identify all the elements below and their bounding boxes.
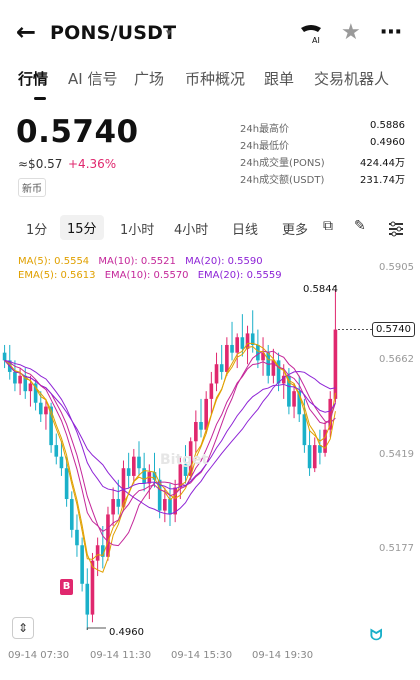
candle-body (209, 383, 214, 399)
stat-value: 0.5886 (370, 120, 405, 131)
back-arrow-icon[interactable]: ← (16, 20, 42, 46)
candle-body (199, 422, 203, 430)
watermark-logo: Bitget (160, 452, 209, 468)
chevron-down-icon[interactable]: ▾ (166, 26, 172, 39)
favorite-star-icon[interactable]: ★ (341, 20, 361, 45)
candle-body (225, 344, 229, 372)
indicator-icon[interactable]: ⧉ (323, 218, 333, 234)
stat-row: 24h最低价 0.4960 (240, 137, 405, 154)
price-change-percent: +4.36% (68, 157, 117, 171)
ai-assistant-icon[interactable]: AI (298, 22, 324, 46)
candle-body (126, 468, 131, 476)
candle-body (90, 560, 95, 615)
candle-body (59, 456, 64, 469)
last-price: 0.5740 (16, 114, 139, 150)
stat-label: 24h成交量(PONS) (240, 158, 325, 169)
tab-market[interactable]: 行情 (18, 68, 48, 89)
draw-tool-icon[interactable]: ✎ (354, 218, 366, 234)
chart-settings-icon[interactable] (388, 221, 404, 237)
x-tick-label: 09-14 15:30 (171, 650, 233, 661)
candle-body (28, 383, 33, 392)
active-tab-indicator (34, 97, 46, 100)
top-bar: ← PONS/USDT ▾ AI ★ ⋯ (0, 0, 420, 64)
candle-body (69, 499, 74, 530)
candle-body (219, 364, 224, 372)
buy-marker[interactable]: B (60, 579, 73, 595)
interval-1h[interactable]: 1小时 (120, 219, 154, 238)
stat-value: 231.74万 (360, 175, 405, 186)
tab-copy-trading[interactable]: 跟单 (264, 68, 294, 89)
candle-body (2, 352, 7, 361)
tab-square[interactable]: 广场 (134, 68, 164, 89)
ai-label: AI (312, 36, 320, 45)
candle-body (302, 414, 307, 446)
interval-4h[interactable]: 4小时 (174, 219, 208, 238)
last-price-tag: 0.5740 (372, 322, 415, 337)
candle-body (240, 337, 245, 349)
stat-label: 24h最高价 (240, 124, 290, 135)
x-tick-label: 09-14 19:30 (252, 650, 314, 661)
expand-chart-icon[interactable]: ⇕ (12, 617, 34, 639)
interval-15m[interactable]: 15分 (60, 215, 104, 240)
candle-body (235, 337, 240, 353)
candle-body (64, 468, 69, 500)
candle-body (85, 583, 90, 615)
stat-value: 0.4960 (370, 137, 405, 148)
more-menu-icon[interactable]: ⋯ (380, 20, 403, 45)
candle-body (173, 487, 177, 515)
trading-pair-title[interactable]: PONS/USDT (50, 22, 176, 44)
stats-panel: 24h最高价 0.5886 24h最低价 0.4960 24h成交量(PONS)… (240, 120, 405, 188)
interval-more[interactable]: 更多 (282, 219, 308, 238)
interval-1m[interactable]: 1分 (26, 219, 47, 238)
candle-body (44, 406, 48, 415)
tab-trading-bot[interactable]: 交易机器人 (314, 68, 389, 89)
y-tick-label: 0.5177 (379, 543, 414, 554)
candle-body (256, 344, 260, 361)
y-tick-label: 0.5419 (379, 449, 414, 460)
stat-label: 24h最低价 (240, 141, 290, 152)
candle-body (13, 371, 17, 384)
candle-body (214, 364, 219, 384)
candle-body (38, 402, 43, 415)
fiat-price: ≈$0.57 (18, 157, 63, 171)
tab-ai-signal[interactable]: AI 信号 (68, 68, 117, 89)
stat-row: 24h成交量(PONS) 424.44万 (240, 154, 405, 171)
x-axis: 09-14 07:30 09-14 11:30 09-14 15:30 09-1… (0, 650, 420, 670)
tab-coin-overview[interactable]: 币种概况 (185, 68, 245, 89)
candle-body (168, 499, 172, 515)
stat-label: 24h成交额(USDT) (240, 175, 325, 186)
x-tick-label: 09-14 07:30 (8, 650, 70, 661)
low-price-annotation: 0.4960 (109, 627, 144, 638)
candle-body (95, 545, 100, 561)
candle-body (132, 456, 136, 476)
stat-value: 424.44万 (360, 158, 405, 169)
candle-body (163, 499, 167, 511)
main-tabs: 行情 AI 信号 广场 币种概况 跟单 交易机器人 (0, 64, 420, 104)
candle-body (312, 445, 317, 469)
stat-row: 24h成交额(USDT) 231.74万 (240, 171, 405, 188)
y-tick-label: 0.5662 (379, 354, 414, 365)
candle-body (137, 456, 141, 469)
high-price-annotation: 0.5844 (303, 284, 338, 295)
candle-body (75, 529, 79, 546)
candle-body (230, 344, 234, 353)
x-tick-label: 09-14 11:30 (90, 650, 152, 661)
candle-body (292, 391, 296, 407)
low-leader-line (86, 627, 106, 630)
y-tick-label: 0.5905 (379, 262, 414, 273)
new-coin-badge: 新币 (18, 178, 46, 197)
candle-body (18, 375, 22, 384)
candle-body (111, 499, 115, 515)
candle-body (307, 445, 312, 469)
interval-1d[interactable]: 日线 (232, 219, 258, 238)
ema20-line (4, 359, 336, 493)
stat-row: 24h最高价 0.5886 (240, 120, 405, 137)
candle-body (245, 333, 250, 349)
candle-body (80, 545, 84, 584)
candle-body (116, 499, 121, 507)
interval-selector: 1分 15分 1小时 4小时 日线 更多 ⧉ ✎ (0, 212, 420, 246)
candle-body (54, 445, 59, 457)
candle-body (194, 422, 198, 442)
